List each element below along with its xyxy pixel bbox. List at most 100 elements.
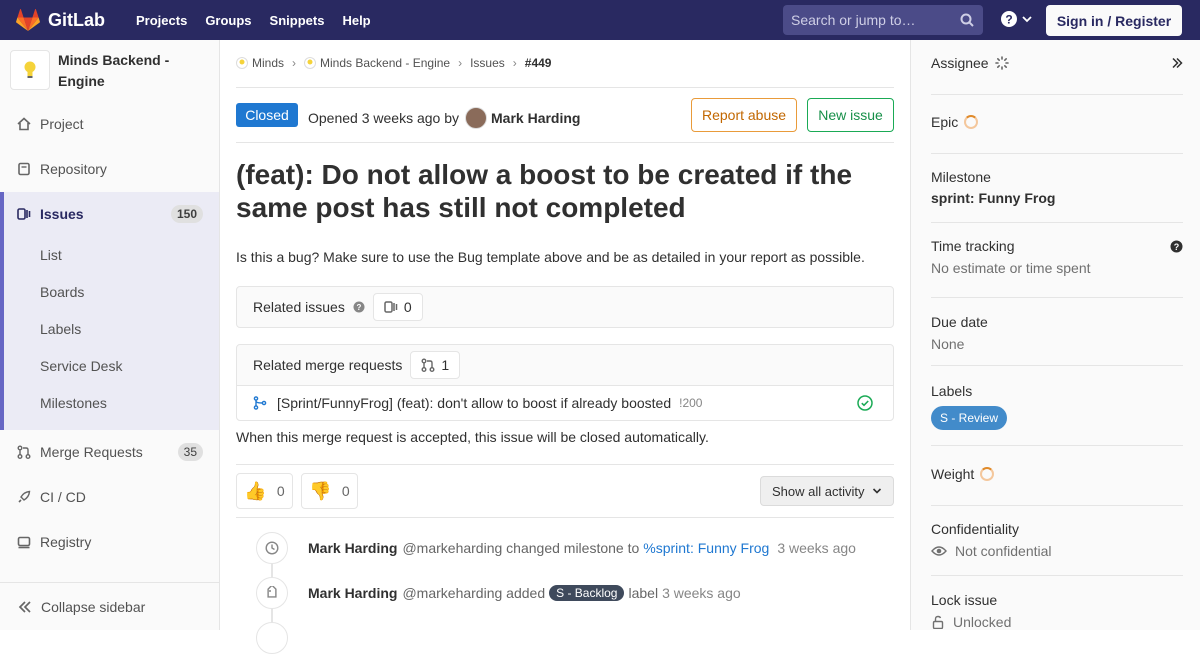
milestone-title: Milestone [931,169,991,185]
breadcrumb-text: Minds Backend - Engine [320,56,451,70]
due-date-value: None [931,336,965,352]
related-mr-row[interactable]: [Sprint/FunnyFrog] (feat): don't allow t… [237,385,893,420]
confidentiality-title: Confidentiality [931,521,1019,537]
lock-block: Lock issue Unlocked [931,592,1183,630]
time-tracking-value: No estimate or time spent [931,260,1091,276]
breadcrumb: Minds › Minds Backend - Engine › Issues … [236,56,551,70]
weight-title: Weight [931,466,975,482]
eye-icon [931,546,947,556]
milestone-value[interactable]: sprint: Funny Frog [931,190,1055,206]
sidebar-item-registry[interactable]: Registry [0,520,219,564]
search-placeholder: Search or jump to… [791,12,916,28]
thumbsup-award-button[interactable]: 👍 0 [236,473,293,509]
nav-groups[interactable]: Groups [196,13,260,28]
count-value: 0 [403,299,412,315]
doc-icon [16,161,32,177]
divider [931,222,1183,223]
gitlab-logo[interactable]: GitLab [16,9,105,31]
thumbsdown-award-button[interactable]: 👎 0 [301,473,358,509]
activity-filter-dropdown[interactable]: Show all activity [760,476,894,506]
breadcrumb-minds[interactable]: Minds › [236,56,304,70]
help-dropdown[interactable]: ? [1000,10,1032,28]
mr-count-badge: 35 [177,443,203,461]
sidebar-item-project[interactable]: Project [0,102,219,146]
sidebar-subitem-boards[interactable]: Boards [40,284,84,300]
sidebar-item-repository[interactable]: Repository [0,147,219,191]
divider [236,87,894,88]
event-time: 3 weeks ago [777,540,856,556]
due-date-title: Due date [931,314,988,330]
issues-count-badge: 150 [170,205,203,223]
epic-block: Epic [931,114,1183,130]
question-icon: ? [1001,11,1017,27]
event-handle[interactable]: @markeharding [402,585,502,601]
project-header[interactable]: Minds Backend - Engine [0,40,219,102]
event-handle[interactable]: @markeharding [402,540,502,556]
sidebar-item-ci-cd[interactable]: CI / CD [0,475,219,519]
clock-icon [265,541,279,555]
breadcrumb-text: Minds [252,56,285,70]
divider [236,464,894,465]
avatar[interactable] [465,107,488,129]
nav-projects[interactable]: Projects [127,13,196,28]
event-action: changed milestone to [506,540,640,556]
related-issues-header: Related issues ? 0 [237,287,893,327]
divider [931,505,1183,506]
sidebar-subitem-labels[interactable]: Labels [40,321,81,337]
event-author[interactable]: Mark Harding [308,585,397,601]
label-badge[interactable]: S - Review [931,406,1008,430]
search-input[interactable]: Search or jump to… [783,5,983,35]
double-chevron-right-icon[interactable] [1171,57,1183,69]
sign-in-button[interactable]: Sign in / Register [1046,5,1182,36]
sidebar-item-merge-requests[interactable]: Merge Requests 35 [0,430,219,474]
nav-help[interactable]: Help [333,13,379,28]
event-suffix: label [628,585,659,601]
sidebar-subitem-milestones[interactable]: Milestones [40,395,107,411]
question-icon[interactable]: ? [1170,240,1183,253]
sidebar-item-issues[interactable]: Issues 150 [4,192,219,236]
breadcrumb-issue-number[interactable]: #449 [525,56,552,70]
thumbsup-icon: 👍 [244,480,267,501]
related-mrs-label: Related merge requests [253,357,403,373]
related-mrs-panel: Related merge requests 1 [Sprint/FunnyFr… [236,344,894,421]
chevron-right-icon: › [458,56,463,70]
award-count: 0 [341,483,350,499]
label-badge[interactable]: S - Backlog [549,585,625,601]
timeline-event: Mark Harding @markeharding added S - Bac… [308,585,741,601]
related-issues-count[interactable]: 0 [372,293,423,321]
nav-snippets[interactable]: Snippets [261,13,334,28]
sidebar-subitem-list[interactable]: List [40,247,62,263]
question-icon[interactable]: ? [353,301,365,313]
tag-icon [267,586,277,598]
milestone-link[interactable]: %sprint: Funny Frog [643,540,769,556]
collapse-sidebar-button[interactable]: Collapse sidebar [0,582,219,630]
rocket-icon [16,489,32,505]
timeline-icon [256,532,288,564]
opened-time: 3 weeks ago [361,110,441,126]
merge-request-icon [421,358,435,372]
search-icon [960,13,974,27]
new-issue-button[interactable]: New issue [807,98,894,132]
related-mrs-header: Related merge requests 1 [237,345,893,385]
report-abuse-button[interactable]: Report abuse [691,98,797,132]
sidebar-item-label: Project [40,116,84,132]
breadcrumb-issues[interactable]: Issues › [470,56,525,70]
lightbulb-icon [304,57,317,69]
divider [931,445,1183,446]
divider [931,297,1183,298]
milestone-block: Milestone sprint: Funny Frog [931,169,1183,206]
author-link[interactable]: Mark Harding [491,110,580,126]
timeline-icon [256,622,288,654]
sidebar-subitem-service-desk[interactable]: Service Desk [40,358,122,374]
svg-text:?: ? [1005,13,1012,27]
by-label: by [444,110,460,126]
event-author[interactable]: Mark Harding [308,540,397,556]
auto-close-notice: When this merge request is accepted, thi… [236,429,709,445]
container-icon [16,534,32,550]
breadcrumb-project[interactable]: Minds Backend - Engine › [304,56,470,70]
sidebar-item-label: Merge Requests [40,444,143,460]
loading-spinner-icon [964,115,979,129]
related-mrs-count[interactable]: 1 [410,351,461,379]
mr-ref: !200 [679,396,703,410]
status-success-icon[interactable] [857,395,873,411]
